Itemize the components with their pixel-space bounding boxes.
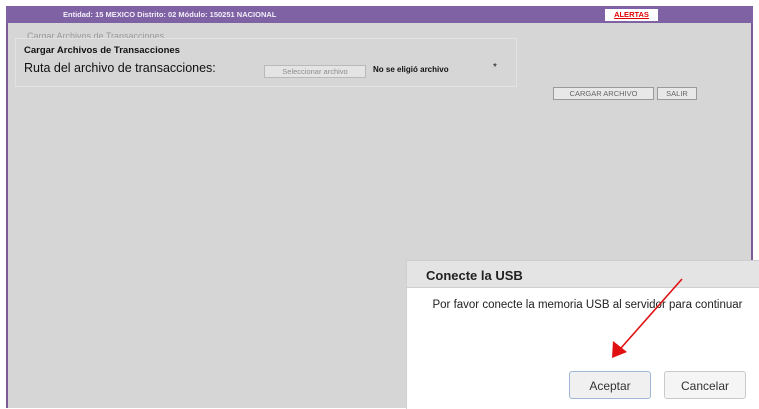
file-path-label: Ruta del archivo de transacciones: (24, 61, 216, 75)
dialog-message: Por favor conecte la memoria USB al serv… (432, 299, 743, 311)
accept-button[interactable]: Aceptar (569, 371, 651, 399)
upload-panel: Cargar Archivos de Transacciones Ruta de… (15, 38, 517, 87)
usb-dialog: Conecte la USB Por favor conecte la memo… (406, 260, 759, 409)
header-bar: Entidad: 15 MEXICO Distrito: 02 Módulo: … (6, 6, 753, 23)
panel-title: Cargar Archivos de Transacciones (24, 45, 180, 56)
required-mark: * (493, 62, 497, 73)
load-file-button[interactable]: CARGAR ARCHIVO (553, 87, 654, 100)
dialog-title: Conecte la USB (426, 268, 523, 283)
exit-button[interactable]: SALIR (657, 87, 697, 100)
location-info: Entidad: 15 MEXICO Distrito: 02 Módulo: … (63, 10, 277, 19)
file-status: No se eligió archivo (373, 65, 449, 74)
alerts-link[interactable]: ALERTAS (605, 9, 658, 21)
cancel-button[interactable]: Cancelar (664, 371, 746, 399)
select-file-button[interactable]: Seleccionar archivo (264, 65, 366, 78)
dialog-header: Conecte la USB (407, 261, 759, 288)
